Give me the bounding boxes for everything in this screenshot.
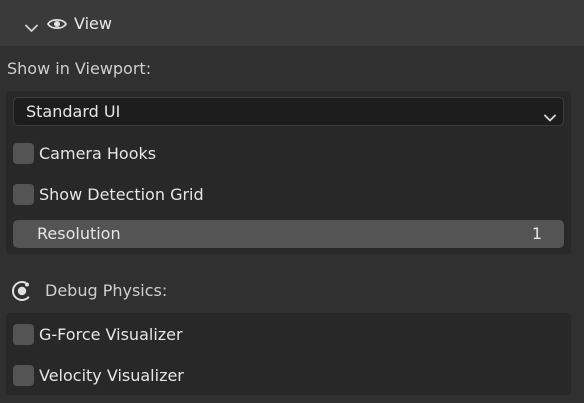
velocity-row[interactable]: Velocity Visualizer bbox=[13, 364, 184, 386]
panel-header-view[interactable]: View bbox=[0, 0, 584, 46]
camera-hooks-checkbox[interactable] bbox=[13, 142, 34, 164]
chevron-down-icon bbox=[544, 107, 556, 126]
panel-title: View bbox=[74, 14, 112, 33]
gforce-checkbox[interactable] bbox=[13, 323, 34, 345]
velocity-label: Velocity Visualizer bbox=[39, 365, 184, 385]
resolution-label: Resolution bbox=[37, 224, 121, 243]
resolution-value: 1 bbox=[531, 224, 542, 243]
eye-icon bbox=[46, 16, 68, 35]
chevron-down-icon[interactable] bbox=[25, 18, 38, 37]
camera-hooks-label: Camera Hooks bbox=[39, 143, 157, 163]
detection-grid-row[interactable]: Show Detection Grid bbox=[13, 183, 204, 205]
show-in-viewport-label: Show in Viewport: bbox=[7, 59, 152, 78]
camera-hooks-row[interactable]: Camera Hooks bbox=[13, 142, 156, 164]
dropdown-selected-value: Standard UI bbox=[26, 102, 121, 121]
detection-grid-label: Show Detection Grid bbox=[39, 184, 204, 204]
detection-grid-checkbox[interactable] bbox=[13, 183, 34, 205]
debug-physics-label: Debug Physics: bbox=[45, 281, 168, 300]
viewport-mode-dropdown[interactable]: Standard UI bbox=[13, 97, 564, 126]
velocity-checkbox[interactable] bbox=[13, 364, 34, 386]
gforce-label: G-Force Visualizer bbox=[39, 324, 183, 344]
gforce-row[interactable]: G-Force Visualizer bbox=[13, 323, 183, 345]
physics-toggle-icon[interactable] bbox=[11, 280, 33, 306]
resolution-slider[interactable]: Resolution 1 bbox=[13, 220, 564, 248]
